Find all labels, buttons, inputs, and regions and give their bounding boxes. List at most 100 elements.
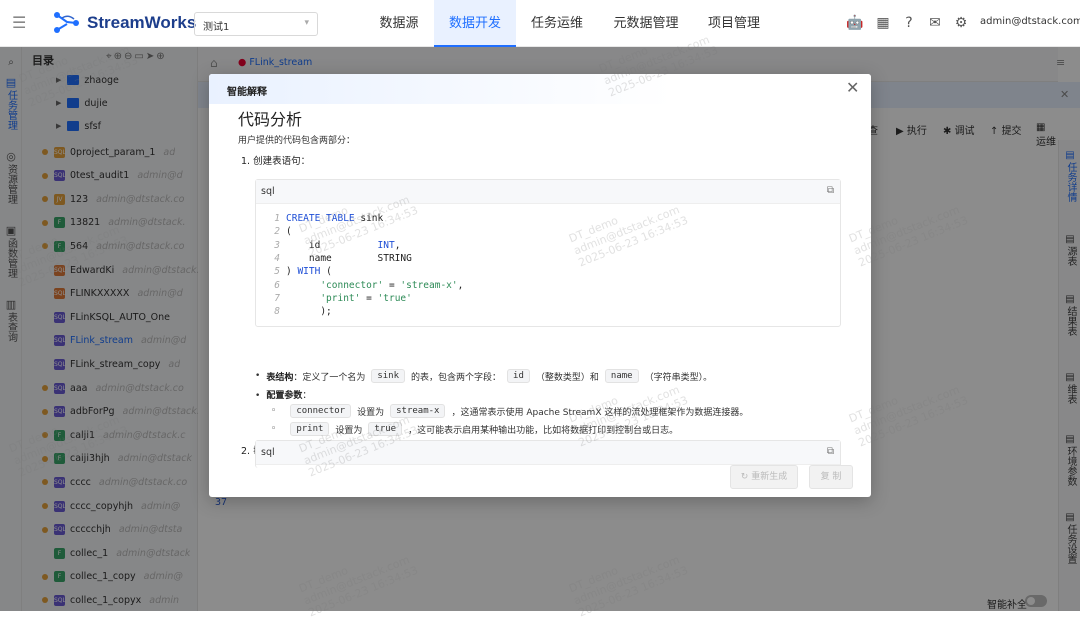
sub-text: ，这通常表示使用 Apache StreamX 这样的流处理框架作为数据连接器。 — [451, 407, 749, 418]
bullet-dot-icon: • — [255, 391, 261, 401]
code-text: ) — [286, 266, 298, 278]
close-icon[interactable]: ✕ — [846, 79, 859, 97]
line-number: 8 — [274, 306, 280, 318]
message-icon[interactable]: ✉ — [926, 14, 944, 32]
section-heading: 1. 创建表语句： — [241, 156, 311, 167]
bullet-label: 配置参数 — [266, 391, 303, 401]
logo: StreamWorks — [52, 10, 196, 36]
circle-bullet-icon: ◦ — [271, 406, 277, 416]
chevron-down-icon: ▾ — [304, 18, 309, 28]
inline-code: true — [368, 422, 403, 436]
inline-code: connector — [290, 404, 352, 418]
grid-icon[interactable]: ▦ — [874, 14, 892, 32]
smart-explain-dialog: 智能解释 ✕ 代码分析 用户提供的代码包含两部分： 1. 创建表语句： sql … — [209, 74, 871, 497]
code-line: 7 'print' = 'true' — [256, 292, 412, 305]
top-bar: ☰ StreamWorks 测试1 ▾ 数据源 数据开发 任务运维 元数据管理 … — [0, 0, 1080, 47]
code-line: 3 id INT, — [256, 239, 400, 252]
code-text: ); — [286, 306, 332, 318]
code-block-header: sql ⧉ — [256, 180, 840, 204]
inline-code: id — [507, 369, 530, 383]
sub-bullet-connector: ◦ connector 设置为 stream-x ，这通常表示使用 Apache… — [271, 404, 748, 418]
gear-icon[interactable]: ⚙ — [952, 14, 970, 32]
code-string: 'stream-x' — [400, 279, 458, 291]
code-keyword: CREATE TABLE — [286, 213, 355, 224]
inline-code: stream-x — [390, 404, 446, 418]
line-number: 2 — [274, 226, 280, 238]
code-text: ( — [320, 266, 332, 278]
line-number: 3 — [274, 239, 280, 251]
help-icon[interactable]: ? — [900, 14, 918, 32]
sub-bullet-print: ◦ print 设置为 true ，这可能表示启用某种输出功能，比如将数据打印到… — [271, 422, 678, 436]
line-number: 7 — [274, 292, 280, 304]
inline-code: print — [290, 422, 330, 436]
analysis-heading: 代码分析 — [238, 110, 303, 129]
regenerate-label: 重新生成 — [751, 472, 788, 482]
menu-icon[interactable]: ☰ — [12, 14, 30, 32]
project-select[interactable]: 测试1 ▾ — [194, 12, 318, 36]
code-line: 4 name STRING — [256, 252, 412, 265]
code-text: name STRING — [286, 252, 412, 264]
bullet-text: （字符串类型）。 — [644, 372, 713, 383]
code-text: , — [394, 239, 401, 251]
nav-task-ops[interactable]: 任务运维 — [524, 0, 590, 47]
sub-text: ，这可能表示启用某种输出功能，比如将数据打印到控制台或日志。 — [408, 425, 679, 436]
user-account[interactable]: admin@dtstack.com — [980, 16, 1080, 27]
line-number: 5 — [274, 266, 280, 278]
bullet-table-structure: • 表结构 ：定义了一个名为 sink 的表，包含两个字段： id （整数类型）… — [255, 369, 712, 383]
code-line: 1 CREATE TABLE sink — [256, 212, 383, 225]
dialog-title: 智能解释 — [227, 87, 267, 98]
app-name: StreamWorks — [87, 13, 197, 32]
bullet-dot-icon: • — [255, 371, 261, 381]
bullet-text: 的表，包含两个字段： — [411, 372, 502, 383]
nav-project[interactable]: 项目管理 — [700, 0, 768, 47]
copy-code-icon[interactable]: ⧉ — [827, 446, 834, 457]
project-select-value: 测试1 — [203, 22, 230, 33]
code-string: 'connector' — [320, 279, 384, 291]
code-lang: sql — [261, 186, 275, 197]
code-string: 'true' — [377, 292, 412, 304]
copy-code-icon[interactable]: ⧉ — [827, 185, 834, 196]
nav-metadata[interactable]: 元数据管理 — [600, 0, 692, 47]
inline-code: sink — [371, 369, 406, 383]
line-number: 6 — [274, 279, 280, 291]
sub-text: 设置为 — [357, 407, 385, 418]
bullet-text: ： — [302, 391, 312, 401]
code-block: sql ⧉ 1 CREATE TABLE sink 2(3 id INT, 4 nam… — [255, 179, 841, 327]
refresh-icon: ↻ — [740, 472, 752, 482]
code-text: sink — [354, 213, 384, 224]
bullet-text: ：定义了一个名为 — [293, 372, 366, 383]
code-block: sql ⧉ — [255, 440, 841, 468]
code-text: = — [383, 279, 401, 291]
code-text: , — [457, 279, 464, 291]
code-keyword: INT — [377, 239, 395, 251]
code-lang: sql — [261, 447, 275, 458]
bullet-config-params: • 配置参数： — [255, 388, 311, 401]
code-line: 6 'connector' = 'stream-x', — [256, 279, 463, 292]
copy-button[interactable]: 复 制 — [809, 465, 853, 489]
code-keyword: WITH — [297, 266, 321, 278]
code-line: 8 ); — [256, 305, 332, 318]
code-line: 5) WITH ( — [256, 265, 332, 278]
streamworks-logo-icon — [54, 12, 79, 33]
circle-bullet-icon: ◦ — [271, 424, 277, 434]
inline-code: name — [604, 369, 639, 383]
bullet-text: （整数类型）和 — [535, 372, 599, 383]
code-text: ( — [286, 226, 292, 238]
robot-icon[interactable]: 🤖 — [846, 14, 864, 32]
nav-datasource[interactable]: 数据源 — [370, 0, 428, 47]
dialog-header: 智能解释 ✕ — [209, 74, 871, 104]
regenerate-button[interactable]: ↻ 重新生成 — [730, 465, 798, 489]
code-text: = — [360, 292, 378, 304]
nav-data-dev[interactable]: 数据开发 — [434, 0, 516, 47]
intro-text: 用户提供的代码包含两部分： — [238, 136, 356, 146]
bullet-label: 表结构 — [266, 372, 294, 383]
code-text: id — [286, 239, 378, 251]
line-number: 4 — [274, 252, 280, 264]
code-string: 'print' — [320, 292, 361, 304]
code-block-header: sql ⧉ — [256, 441, 840, 465]
line-number: 1 — [274, 213, 280, 224]
dialog-body[interactable]: 代码分析 用户提供的代码包含两部分： 1. 创建表语句： sql ⧉ 1 CREA… — [209, 104, 871, 454]
sub-text: 设置为 — [335, 425, 363, 436]
